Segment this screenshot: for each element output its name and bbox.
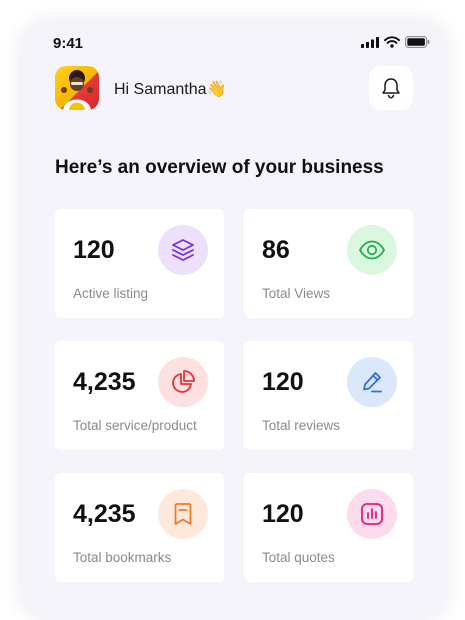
bookmark-icon: [174, 503, 192, 525]
stat-icon-badge: [158, 489, 208, 539]
stat-value: 4,235: [73, 368, 136, 396]
notification-button[interactable]: [369, 66, 413, 110]
stat-label: Total bookmarks: [73, 550, 172, 565]
stat-value: 120: [73, 236, 115, 264]
avatar[interactable]: [55, 66, 99, 110]
stat-label: Total quotes: [262, 550, 335, 565]
stat-label: Total service/product: [73, 418, 197, 433]
pie-chart-icon: [172, 370, 195, 393]
bar-chart-icon: [361, 503, 383, 525]
stat-value: 86: [262, 236, 290, 264]
signal-icon: [361, 36, 379, 48]
stat-label: Total reviews: [262, 418, 341, 433]
stat-value: 120: [262, 368, 304, 396]
stat-value: 4,235: [73, 500, 136, 528]
phone-screen: 9:41 Hi Samantha👋 Here’s an overview of …: [20, 20, 448, 620]
avatar-image: [61, 70, 93, 110]
stat-card-total-bookmarks[interactable]: 4,235 Total bookmarks: [55, 473, 224, 582]
stat-value: 120: [262, 500, 304, 528]
stat-card-active-listing[interactable]: 120 Active listing: [55, 209, 224, 318]
stat-label: Total Views: [262, 286, 331, 301]
stat-icon-badge: [158, 225, 208, 275]
status-bar: 9:41: [20, 20, 448, 64]
stat-icon-badge: [347, 489, 397, 539]
stat-card-total-reviews[interactable]: 120 Total reviews: [244, 341, 413, 450]
stat-icon-badge: [347, 357, 397, 407]
greeting-text: Hi Samantha👋: [114, 81, 227, 98]
stat-icon-badge: [347, 225, 397, 275]
bell-icon: [382, 78, 400, 99]
stat-card-total-service-product[interactable]: 4,235 Total service/product: [55, 341, 224, 450]
stat-card-total-views[interactable]: 86 Total Views: [244, 209, 413, 318]
stat-icon-badge: [158, 357, 208, 407]
overview-title: Here’s an overview of your business: [55, 157, 384, 178]
layers-icon: [172, 239, 194, 261]
wifi-icon: [384, 36, 400, 48]
stat-label: Active listing: [73, 286, 149, 301]
header: Hi Samantha👋: [20, 64, 448, 128]
status-time: 9:41: [53, 35, 84, 52]
status-icons: [361, 36, 430, 48]
stat-card-total-quotes[interactable]: 120 Total quotes: [244, 473, 413, 582]
edit-icon: [363, 372, 382, 393]
eye-icon: [359, 240, 385, 260]
battery-icon: [405, 36, 430, 48]
